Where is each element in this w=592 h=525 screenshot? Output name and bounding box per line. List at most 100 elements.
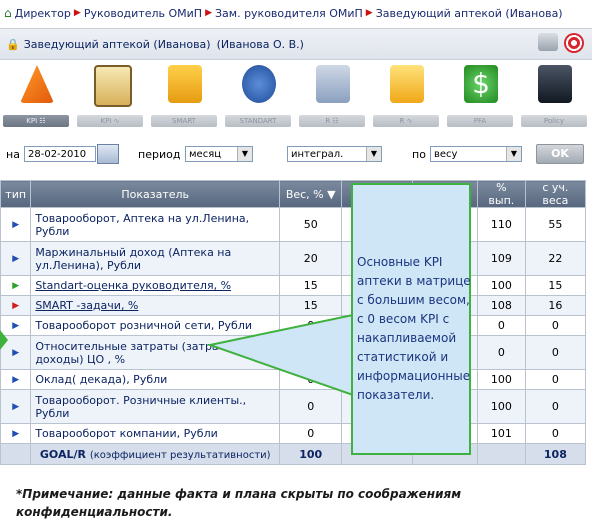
indicator-cell: Standart-оценка руководителя, % (30, 275, 281, 296)
row-arrow-icon[interactable]: ▶ (0, 335, 32, 370)
indicator-cell: Товарооборот, Аптека на ул.Ленина, Рубли (30, 207, 281, 242)
pct-cell: 0 (476, 335, 526, 370)
table-row[interactable]: ▶ Товарооборот розничной сети, Рубли 0 0 0 (0, 315, 587, 336)
pct-cell: 109 (476, 241, 526, 276)
callout-text: Основные KPI аптеки в матрице с большим … (357, 255, 471, 402)
module-label: KPI ☷ (3, 115, 69, 127)
weight-cell: 50 (279, 207, 343, 242)
row-arrow-icon[interactable]: ▶ (0, 241, 32, 276)
po-label: по (412, 148, 426, 161)
weight-cell: 15 (279, 295, 343, 316)
weighted-cell: 16 (524, 295, 587, 316)
dollar-coins-icon: $ (464, 65, 498, 103)
row-arrow-icon[interactable]: ▶ (0, 275, 32, 296)
sort-value: весу (434, 149, 458, 160)
row-arrow-icon[interactable]: ▶ (0, 207, 32, 242)
period-label: период (138, 148, 181, 161)
table-row[interactable]: ▶ Относительные затраты (затраты/доходы) … (0, 335, 587, 370)
breadcrumb-item[interactable]: Зам. руководителя ОМиП (215, 7, 363, 20)
indicator-name: Относительные затраты (затраты/доходы) Ц… (35, 339, 238, 366)
row-arrow-icon[interactable]: ▶ (0, 315, 32, 336)
module-policy[interactable]: Policy (518, 60, 592, 132)
chevron-down-icon: ▼ (237, 147, 252, 161)
module-label: Policy (521, 115, 587, 127)
arrow-right-icon: ▶ (365, 8, 373, 18)
module-toolbar: KPI ☷ KPI ∿ SMART STANDART R ☷ R ∿ $ PFA… (0, 60, 592, 132)
module-pfa[interactable]: $ PFA (444, 60, 518, 132)
printer-icon[interactable] (538, 33, 558, 51)
weight-cell: 0 (279, 369, 343, 390)
period-value: месяц (189, 149, 222, 160)
module-label: PFA (447, 115, 513, 127)
table-row[interactable]: ▶Товарооборот компании, Рубли0151010 (0, 423, 587, 444)
col-weight-label: Вес, % (285, 187, 324, 201)
weighted-cell: 0 (524, 369, 587, 390)
callout-box: Основные KPI аптеки в матрице с большим … (351, 183, 471, 455)
sort-select[interactable]: весу ▼ (430, 146, 522, 162)
module-kpi-chart[interactable]: KPI ∿ (74, 60, 148, 132)
module-label: KPI ∿ (77, 115, 143, 127)
total-weight: 100 (279, 443, 343, 465)
target-icon[interactable] (564, 33, 584, 53)
row-arrow-icon[interactable]: ▶ (0, 369, 32, 390)
indicator-cell: SMART -задачи, % (30, 295, 281, 316)
date-input[interactable]: 28-02-2010 (24, 146, 96, 162)
indicator-name: Товарооборот, Аптека на ул.Ленина, Рубли (35, 211, 250, 238)
row-arrow-icon[interactable]: ▶ (0, 423, 32, 444)
module-smart[interactable]: SMART (148, 60, 222, 132)
row-arrow-icon[interactable]: ▶ (0, 389, 32, 424)
col-indicator[interactable]: Показатель (30, 180, 281, 208)
module-label: R ☷ (299, 115, 365, 127)
indicator-cell: Маржинальный доход (Аптека на ул.Ленина)… (30, 241, 281, 276)
total-label: GOAL/R (коэффициент результативности) (30, 443, 281, 465)
indicator-cell: Товарооборот. Розничные клиенты., Рубли (30, 389, 281, 424)
weighted-cell: 0 (524, 389, 587, 424)
module-r-chart[interactable]: R ∿ (370, 60, 444, 132)
table-row[interactable]: ▶ SMART -задачи, % 15 108 16 (0, 295, 587, 316)
col-weight[interactable]: Вес, % ▼ (279, 180, 343, 208)
folder-icon (168, 65, 202, 103)
goal-star-icon (242, 65, 276, 103)
total-arrow (0, 443, 32, 465)
col-type[interactable]: тип (0, 180, 32, 208)
breadcrumb-item[interactable]: Директор (15, 7, 71, 20)
table-row[interactable]: ▶ Маржинальный доход (Аптека на ул.Ленина… (0, 241, 587, 276)
module-standart[interactable]: STANDART (222, 60, 296, 132)
indicator-cell: Оклад( декада), Рубли (30, 369, 281, 390)
col-pct[interactable]: % вып. (476, 180, 526, 208)
table-row[interactable]: ▶ Standart-оценка руководителя, % 15 100 15 (0, 275, 587, 296)
breadcrumb: ⌂ Директор ▶ Руководитель ОМиП ▶ Зам. ру… (0, 0, 592, 26)
sort-down-icon: ▼ (327, 187, 336, 201)
user-role: Заведующий аптекой (Иванова) (23, 37, 211, 51)
home-icon[interactable]: ⌂ (4, 6, 12, 20)
indicator-link[interactable]: SMART -задачи, % (35, 299, 138, 312)
weighted-cell: 0 (524, 315, 587, 336)
calendar-icon[interactable] (97, 144, 119, 164)
breadcrumb-item[interactable]: Руководитель ОМиП (84, 7, 202, 20)
weighted-cell: 0 (524, 335, 587, 370)
total-row: GOAL/R (коэффициент результативности) 10… (0, 443, 587, 465)
module-r-table[interactable]: R ☷ (296, 60, 370, 132)
mode-select[interactable]: интеграл. ▼ (287, 146, 382, 162)
weight-cell: 0 (279, 315, 343, 336)
indicator-name: Товарооборот розничной сети, Рубли (35, 319, 253, 332)
ok-button[interactable]: OK (536, 144, 584, 164)
period-select[interactable]: месяц ▼ (185, 146, 253, 162)
podium-icon (316, 65, 350, 103)
pct-cell: 108 (476, 295, 526, 316)
chevron-down-icon: ▼ (366, 147, 381, 161)
grad-cap-icon (538, 65, 572, 103)
table-row[interactable]: ▶ Оклад( декада), Рубли 0 100 0 (0, 369, 587, 390)
weight-cell: 0 (279, 389, 343, 424)
indicator-link[interactable]: Standart-оценка руководителя, % (35, 279, 231, 292)
table-row[interactable]: ▶ Товарооборот. Розничные клиенты., Рубли… (0, 389, 587, 424)
mode-value: интеграл. (291, 149, 344, 160)
module-kpi-table[interactable]: KPI ☷ (0, 60, 74, 132)
table-row[interactable]: ▶ Товарооборот, Аптека на ул.Ленина, Рубл… (0, 207, 587, 242)
module-label: STANDART (225, 115, 291, 127)
total-empty (476, 443, 526, 465)
row-arrow-icon[interactable]: ▶ (0, 295, 32, 316)
col-weighted[interactable]: с уч. веса (524, 180, 587, 208)
growth-chart-icon (390, 65, 424, 103)
warning-chart-icon (20, 65, 54, 103)
